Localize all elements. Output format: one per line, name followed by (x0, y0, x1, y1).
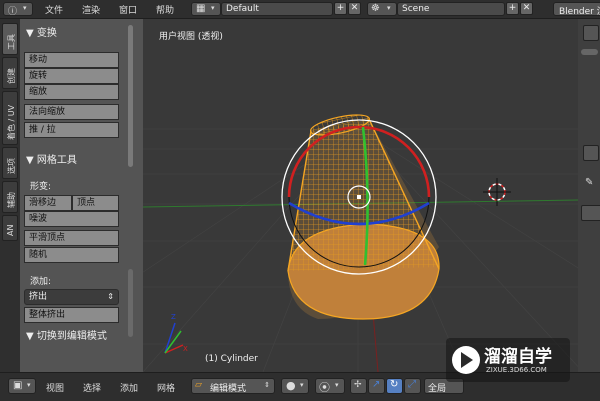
toolshelf-scrollbar[interactable] (128, 25, 133, 167)
delete-layout-button[interactable]: ✕ (348, 2, 361, 15)
chevron-updown-icon: ⇕ (264, 381, 270, 389)
properties-panel: ✎ (578, 19, 600, 372)
info-header: ⓘ ▾ 文件 渲染 窗口 帮助 ▦ ▾ Default + ✕ ☸ ▾ Scen… (0, 0, 600, 19)
layout-icon: ▦ (196, 3, 206, 14)
menu-file[interactable]: 文件 (45, 3, 63, 16)
panel-slider[interactable] (581, 49, 598, 55)
tab-grease[interactable]: 辅助 (2, 181, 18, 213)
toolshelf-scrollbar-lower[interactable] (128, 269, 133, 337)
scale-button[interactable]: 缩放 (24, 84, 119, 100)
viewport-title: 用户视图 (透视) (159, 32, 223, 42)
menu-add[interactable]: 添加 (120, 381, 138, 394)
push-pull-button[interactable]: 推 / 拉 (24, 122, 119, 138)
transform-header[interactable]: ▼ 变换 (26, 24, 57, 39)
watermark: 溜溜自学 ZIXUE.3D66.COM (446, 338, 570, 382)
tab-shading-uv[interactable]: 着色 / UV (2, 91, 18, 145)
extrude-select[interactable]: 挤出 ⇕ (24, 289, 119, 305)
render-engine-text: Blender 渲 (559, 7, 600, 17)
tab-tools[interactable]: 工具 (2, 23, 18, 55)
delete-scene-button[interactable]: ✕ (520, 2, 533, 15)
mode-text: 编辑模式 (210, 384, 247, 394)
editor-type-button[interactable]: ▣ ▾ (8, 378, 36, 394)
editor-type-button[interactable]: ⓘ ▾ (3, 2, 33, 17)
layout-browse-button[interactable]: ▦ ▾ (191, 2, 221, 16)
menu-window[interactable]: 窗口 (119, 3, 137, 16)
chevron-down-icon: ▾ (23, 4, 27, 12)
tab-an[interactable]: AN (2, 215, 18, 241)
chevron-down-icon: ▾ (387, 4, 391, 12)
chevron-updown-icon: ⇕ (107, 292, 114, 301)
layout-name-field[interactable]: Default (221, 2, 333, 16)
chevron-down-icon: ▾ (335, 381, 339, 389)
watermark-title: 溜溜自学 (484, 347, 552, 367)
extrude-text: 挤出 (29, 292, 48, 302)
scale-manipulator-button[interactable]: ⤢ (404, 378, 421, 394)
vertex-slide-button[interactable]: 顶点 (72, 195, 119, 211)
cube-icon: ▣ (13, 380, 23, 391)
scale-icon: ⤢ (408, 379, 416, 390)
shrink-fatten-button[interactable]: 法向缩放 (24, 104, 119, 120)
info-icon: ⓘ (8, 7, 18, 17)
pivot-select[interactable]: ⦿ ▾ (315, 378, 345, 394)
svg-text:X: X (183, 345, 188, 353)
noise-button[interactable]: 噪波 (24, 211, 119, 227)
scene-name-field[interactable]: Scene (397, 2, 505, 16)
rotate-manipulator-button[interactable]: ↻ (386, 378, 403, 394)
toggle-edit-mode-header[interactable]: ▼ 切换到编辑模式 (26, 327, 107, 342)
add-scene-button[interactable]: + (506, 2, 519, 15)
mesh-tools-header[interactable]: ▼ 网格工具 (26, 151, 77, 166)
watermark-subtitle: ZIXUE.3D66.COM (486, 366, 547, 374)
panel-toggle-button-2[interactable] (583, 145, 599, 161)
manipulator-toggle[interactable]: ✢ (350, 378, 367, 394)
chevron-down-icon: ▾ (27, 381, 31, 389)
rotate-icon: ↻ (390, 379, 399, 390)
viewport-canvas[interactable]: Z X (143, 19, 578, 372)
chevron-down-icon: ▾ (211, 4, 215, 12)
orientation-text: 全局 (428, 384, 447, 394)
menu-help[interactable]: 帮助 (156, 3, 174, 16)
slide-edge-button[interactable]: 滑移边 (24, 195, 72, 211)
render-engine-select[interactable]: Blender 渲 (553, 2, 600, 17)
add-label: 添加: (30, 277, 52, 287)
deform-label: 形变: (30, 182, 52, 192)
rotate-button[interactable]: 旋转 (24, 68, 119, 84)
tool-tabs: 工具 创建 着色 / UV 选项 辅助 AN (0, 19, 20, 372)
tab-options[interactable]: 选项 (2, 147, 18, 179)
move-button[interactable]: 移动 (24, 52, 119, 68)
watermark-logo-icon (452, 346, 480, 374)
scene-name-text: Scene (402, 4, 430, 14)
add-layout-button[interactable]: + (334, 2, 347, 15)
manipulator-icon: ✢ (354, 380, 362, 390)
sphere-icon: ● (286, 379, 296, 392)
randomize-button[interactable]: 随机 (24, 247, 119, 263)
scene-browse-button[interactable]: ☸ ▾ (367, 2, 397, 16)
panel-new-button[interactable] (581, 205, 600, 221)
svg-text:Z: Z (171, 313, 176, 321)
extrude-region-button[interactable]: 整体挤出 (24, 307, 119, 323)
menu-view[interactable]: 视图 (46, 381, 64, 394)
tool-shelf: ▼ 变换 移动 旋转 缩放 法向缩放 推 / 拉 ▼ 网格工具 形变: 滑移边 … (20, 19, 143, 372)
menu-select[interactable]: 选择 (83, 381, 101, 394)
smooth-vertex-button[interactable]: 平滑顶点 (24, 230, 119, 246)
layout-name-text: Default (226, 4, 259, 14)
edit-mode-icon: ▱ (195, 380, 202, 390)
shading-select[interactable]: ● ▾ (281, 378, 309, 394)
arrow-icon: ↗ (372, 379, 381, 390)
scene-icon: ☸ (371, 3, 380, 14)
menu-render[interactable]: 渲染 (82, 3, 100, 16)
tab-create[interactable]: 创建 (2, 57, 18, 89)
panel-toggle-button[interactable] (583, 25, 599, 41)
active-object-label: (1) Cylinder (205, 354, 258, 364)
mode-select[interactable]: ▱ 编辑模式 ⇕ (191, 378, 275, 394)
menu-mesh[interactable]: 网格 (157, 381, 175, 394)
translate-manipulator-button[interactable]: ↗ (368, 378, 385, 394)
3d-viewport[interactable]: Z X 用户视图 (透视) (1) Cylinder (143, 19, 578, 372)
chevron-down-icon: ▾ (300, 381, 304, 389)
pivot-icon: ⦿ (319, 381, 330, 394)
axis-gizmo: Z X (164, 313, 188, 354)
pin-icon[interactable]: ✎ (585, 177, 593, 188)
